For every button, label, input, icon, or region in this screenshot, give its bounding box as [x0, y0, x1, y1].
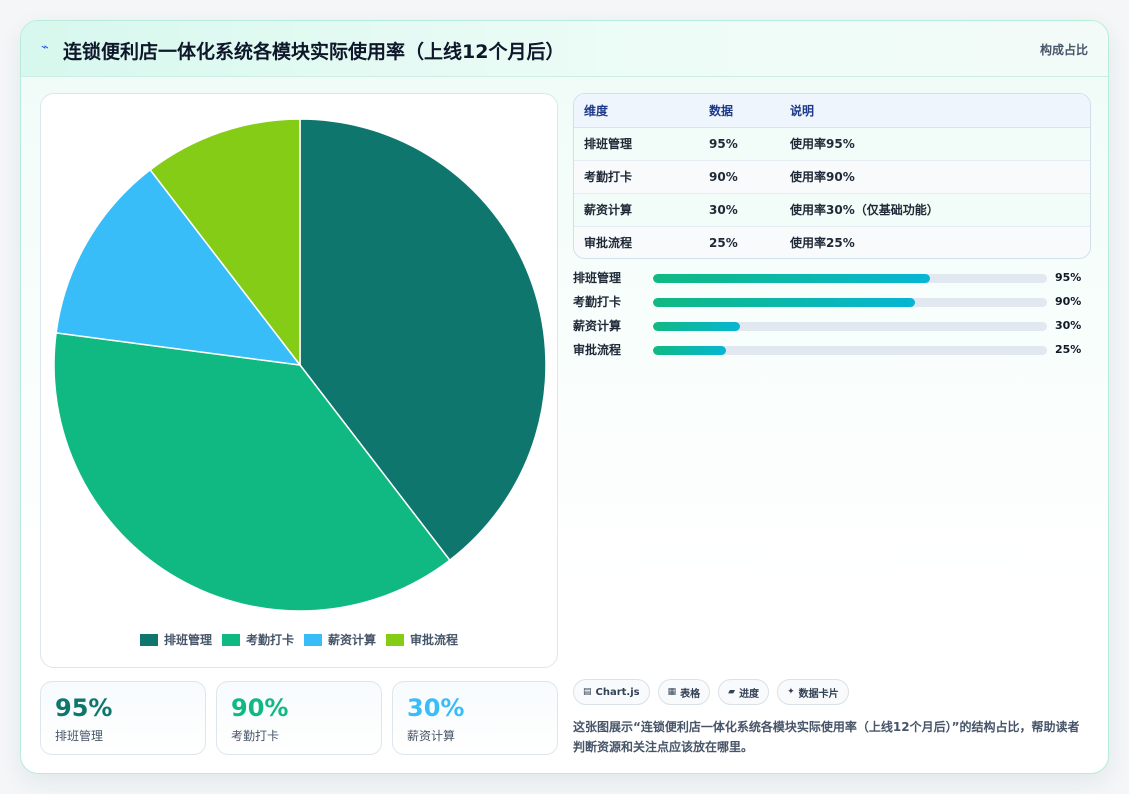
legend-swatch	[386, 633, 405, 646]
table-cell: 审批流程	[574, 226, 699, 258]
chart-description: 这张图展示“连锁便利店一体化系统各模块实际使用率（上线12个月后）”的结构占比，…	[573, 720, 1080, 754]
table-cell: 使用率90%	[780, 160, 1090, 194]
table-header-row: 维度 数据 说明	[574, 94, 1090, 128]
table-cell: 排班管理	[574, 127, 699, 161]
progress-track	[653, 274, 1047, 283]
progress-fill	[653, 346, 726, 355]
progress-row: 审批流程 25%	[573, 343, 1091, 367]
stat-label: 排班管理	[55, 729, 104, 743]
progress-bars: 排班管理 95% 考勤打卡 90% 薪资计算 30% 审批流程 25%	[573, 271, 1091, 367]
progress-value: 30%	[1055, 319, 1082, 332]
tag-table[interactable]: ▦ 表格	[657, 679, 711, 705]
table-row: 审批流程 25% 使用率25%	[574, 226, 1090, 258]
data-table: 维度 数据 说明 排班管理 95% 使用率95% 考勤打卡 90% 使用率90%…	[573, 93, 1091, 259]
progress-label: 审批流程	[573, 343, 622, 357]
progress-fill	[653, 274, 930, 283]
sparkle-icon: ✦	[787, 687, 795, 697]
stat-label: 考勤打卡	[231, 729, 280, 743]
page-title: 连锁便利店一体化系统各模块实际使用率（上线12个月后）	[63, 41, 565, 63]
stat-card-attendance: 90% 考勤打卡	[216, 681, 382, 755]
progress-label: 考勤打卡	[573, 295, 622, 309]
legend-swatch	[221, 633, 240, 646]
feature-tags: ▤ Chart.js ▦ 表格 ▰ 进度 ✦ 数据卡片	[573, 679, 849, 705]
table-cell: 使用率95%	[780, 127, 1090, 161]
table-cell: 使用率25%	[780, 226, 1090, 258]
progress-label: 薪资计算	[573, 319, 622, 333]
pie-chart	[53, 118, 547, 612]
header: ⌁ 连锁便利店一体化系统各模块实际使用率（上线12个月后） 构成占比	[21, 21, 1108, 77]
table-cell: 95%	[699, 127, 780, 161]
table-cell: 30%	[699, 193, 780, 227]
progress-value: 25%	[1055, 343, 1082, 356]
lightning-icon: ⌁	[41, 40, 49, 55]
progress-track	[653, 322, 1047, 331]
legend-item[interactable]: 薪资计算	[304, 631, 376, 648]
progress-track	[653, 298, 1047, 307]
dashboard-card: ⌁ 连锁便利店一体化系统各模块实际使用率（上线12个月后） 构成占比 排班管理考…	[20, 20, 1109, 774]
table-cell: 使用率30%（仅基础功能）	[780, 193, 1090, 227]
table-row: 薪资计算 30% 使用率30%（仅基础功能）	[574, 193, 1090, 227]
table-row: 考勤打卡 90% 使用率90%	[574, 160, 1090, 194]
chart-type-tag: 构成占比	[1039, 43, 1088, 57]
tag-label: 数据卡片	[798, 688, 839, 700]
progress-fill	[653, 298, 916, 307]
stat-value: 95%	[55, 694, 113, 722]
legend-swatch	[304, 633, 322, 646]
tag-data-cards[interactable]: ✦ 数据卡片	[777, 679, 849, 705]
tag-progress[interactable]: ▰ 进度	[718, 679, 770, 705]
legend-label: 审批流程	[410, 633, 459, 647]
legend-label: 排班管理	[163, 633, 212, 647]
legend-swatch	[139, 633, 158, 646]
legend-item[interactable]: 考勤打卡	[221, 631, 294, 648]
chart-legend: 排班管理 考勤打卡 薪资计算 审批流程	[41, 631, 557, 648]
progress-value: 90%	[1055, 295, 1082, 308]
table-cell: 90%	[699, 160, 780, 194]
progress-row: 考勤打卡 90%	[573, 295, 1091, 319]
tag-label: 进度	[739, 688, 760, 700]
table-cell: 薪资计算	[574, 193, 699, 227]
tag-chartjs[interactable]: ▤ Chart.js	[573, 679, 650, 705]
progress-value: 95%	[1055, 271, 1082, 284]
stat-label: 薪资计算	[407, 729, 456, 743]
stat-value: 30%	[407, 694, 465, 722]
column-header: 数据	[699, 94, 780, 128]
legend-label: 薪资计算	[328, 633, 377, 647]
progress-row: 薪资计算 30%	[573, 319, 1091, 343]
tag-label: Chart.js	[595, 686, 640, 698]
table-cell: 25%	[699, 226, 780, 258]
progress-fill	[653, 322, 741, 331]
pie-chart-panel: 排班管理 考勤打卡 薪资计算 审批流程	[40, 93, 558, 668]
tag-label: 表格	[680, 688, 701, 700]
table-icon: ▦	[667, 687, 677, 697]
column-header: 维度	[574, 94, 699, 128]
table-cell: 考勤打卡	[574, 160, 699, 194]
legend-label: 考勤打卡	[245, 633, 294, 647]
table-row: 排班管理 95% 使用率95%	[574, 127, 1090, 161]
stat-card-scheduling: 95% 排班管理	[40, 681, 206, 755]
chart-icon: ▤	[583, 687, 592, 697]
progress-track	[653, 346, 1047, 355]
stat-card-payroll: 30% 薪资计算	[392, 681, 558, 755]
progress-row: 排班管理 95%	[573, 271, 1091, 295]
progress-label: 排班管理	[573, 271, 622, 285]
stat-value: 90%	[231, 694, 289, 722]
legend-item[interactable]: 排班管理	[139, 631, 212, 648]
progress-icon: ▰	[728, 687, 736, 697]
column-header: 说明	[780, 94, 1090, 128]
legend-item[interactable]: 审批流程	[386, 631, 458, 648]
